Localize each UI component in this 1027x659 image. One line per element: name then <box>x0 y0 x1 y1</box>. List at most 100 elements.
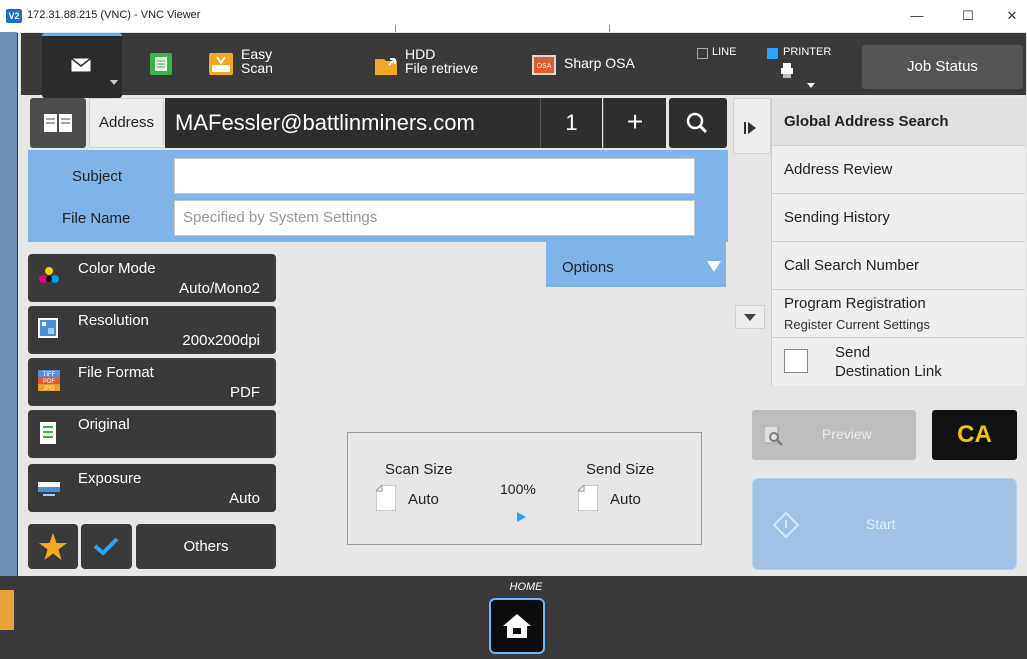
resolution-icon <box>38 318 58 338</box>
file-format-label: File Format <box>78 364 154 381</box>
options-button[interactable]: Options <box>546 242 726 287</box>
file-format-value: PDF <box>230 384 260 401</box>
add-address-button[interactable]: + <box>603 98 666 148</box>
hdd-label-line1: HDD <box>405 46 436 62</box>
file-format-icon: TIFFPDFJPG <box>38 370 60 392</box>
subject-field[interactable] <box>174 158 695 194</box>
triangle-down-icon <box>707 261 721 272</box>
address-field[interactable]: MAFessler@battlinminers.com <box>165 98 540 148</box>
color-mode-value: Auto/Mono2 <box>179 280 260 297</box>
sharp-osa-icon: OSA <box>532 55 556 75</box>
exposure-label: Exposure <box>78 470 142 487</box>
start-label: Start <box>866 516 896 532</box>
call-search-number-item[interactable]: Call Search Number <box>772 242 1025 290</box>
window-title: 172.31.88.215 (VNC) - VNC Viewer <box>27 9 201 21</box>
folder-arrow-icon <box>375 58 397 75</box>
address-label: Address <box>89 98 164 148</box>
printer-icon <box>781 63 793 78</box>
easy-scan-icon <box>209 53 233 75</box>
easy-scan-button[interactable]: Easy Scan <box>209 33 319 95</box>
subject-filename-area: Subject File Name Specified by System Se… <box>28 150 728 242</box>
scan-size-value: Auto <box>408 491 439 508</box>
svg-text:JPG: JPG <box>43 386 55 392</box>
favorites-button[interactable] <box>28 524 78 569</box>
program-registration-label: Program Registration <box>784 295 926 312</box>
others-button[interactable]: Others <box>136 524 276 569</box>
paper-icon <box>376 485 396 511</box>
send-destination-link-checkbox[interactable] <box>784 349 808 373</box>
printer-status-label: PRINTER <box>783 46 832 58</box>
window-title-bar: V2 172.31.88.215 (VNC) - VNC Viewer — ☐ … <box>0 0 1027 34</box>
right-action-panel: Global Address Search Address Review Sen… <box>771 98 1025 386</box>
send-size-value: Auto <box>610 491 641 508</box>
printer-menu-button[interactable] <box>781 63 821 93</box>
job-status-button[interactable]: Job Status <box>862 45 1023 89</box>
address-book-icon <box>44 114 72 132</box>
file-name-label: File Name <box>62 210 131 227</box>
home-icon <box>503 614 531 638</box>
resolution-button[interactable]: Resolution 200x200dpi <box>28 306 276 354</box>
address-count: 1 <box>540 98 602 148</box>
hdd-label-line2: File retrieve <box>405 60 479 76</box>
email-mode-tab[interactable] <box>42 33 122 98</box>
home-label: HOME <box>509 581 543 593</box>
line-status-indicator <box>697 48 708 59</box>
global-address-search-item[interactable]: Global Address Search <box>772 98 1025 146</box>
file-format-button[interactable]: TIFF PDF JPG File Format PDF <box>28 358 276 406</box>
program-registration-item[interactable]: Program Registration Register Current Se… <box>772 290 1025 338</box>
chevron-down-icon <box>110 80 118 85</box>
play-arrow-icon <box>517 512 526 522</box>
document-green-icon <box>150 53 172 75</box>
printer-status-indicator <box>767 48 778 59</box>
sharp-osa-button[interactable]: OSA Sharp OSA <box>532 33 657 95</box>
easy-scan-label-line1: Easy <box>241 46 273 62</box>
ratio-value: 100% <box>500 481 536 497</box>
original-label: Original <box>78 416 130 433</box>
chevron-down-icon <box>807 83 815 88</box>
exposure-button[interactable]: Exposure Auto <box>28 464 276 512</box>
checkmark-icon <box>93 537 119 556</box>
desktop-background-strip <box>0 32 17 659</box>
minimize-button[interactable]: — <box>902 4 932 28</box>
original-button[interactable]: Original <box>28 410 276 458</box>
line-status-label: LINE <box>712 46 737 58</box>
resolution-value: 200x200dpi <box>182 332 260 349</box>
address-search-button[interactable] <box>669 98 727 148</box>
color-mode-label: Color Mode <box>78 260 156 277</box>
color-mode-icon <box>39 267 59 283</box>
copy-mode-button[interactable] <box>146 33 181 95</box>
confirm-settings-button[interactable] <box>81 524 132 569</box>
close-button[interactable]: ✕ <box>997 4 1027 28</box>
address-book-button[interactable] <box>30 98 86 148</box>
scan-send-size-box: Scan Size Auto 100% Send Size Auto <box>347 432 702 545</box>
easy-scan-label-line2: Scan <box>241 60 273 76</box>
color-mode-button[interactable]: Color Mode Auto/Mono2 <box>28 254 276 302</box>
panel-collapse-icon <box>744 122 756 134</box>
register-current-settings-label: Register Current Settings <box>784 317 930 332</box>
svg-text:PDF: PDF <box>43 379 55 385</box>
envelope-icon <box>71 58 91 72</box>
destination-link-label: Destination Link <box>835 363 942 380</box>
address-review-item[interactable]: Address Review <box>772 146 1025 194</box>
right-panel-scroll-down[interactable] <box>735 305 765 329</box>
clear-all-button[interactable]: CA <box>932 410 1017 460</box>
resolution-label: Resolution <box>78 312 149 329</box>
subject-label: Subject <box>72 168 123 185</box>
hdd-file-retrieve-button[interactable]: HDD File retrieve <box>375 33 515 95</box>
desktop-icon-fragment <box>0 590 14 630</box>
options-label: Options <box>562 259 614 276</box>
mode-top-bar: Easy Scan HDD File retrieve OSA Sharp OS… <box>21 33 1026 98</box>
start-button[interactable]: Start <box>752 478 1017 570</box>
sending-history-item[interactable]: Sending History <box>772 194 1025 242</box>
preview-button[interactable]: Preview <box>752 410 916 460</box>
maximize-button[interactable]: ☐ <box>953 4 983 28</box>
scan-size-label: Scan Size <box>385 461 453 478</box>
home-button[interactable] <box>489 598 545 654</box>
file-name-field[interactable]: Specified by System Settings <box>174 200 695 236</box>
send-destination-link-item[interactable]: Send Destination Link <box>772 338 1025 386</box>
preview-magnifier-icon <box>764 426 783 446</box>
right-panel-toggle[interactable] <box>733 98 771 154</box>
exposure-icon <box>38 482 60 496</box>
star-icon <box>39 533 67 560</box>
preview-label: Preview <box>822 426 872 442</box>
